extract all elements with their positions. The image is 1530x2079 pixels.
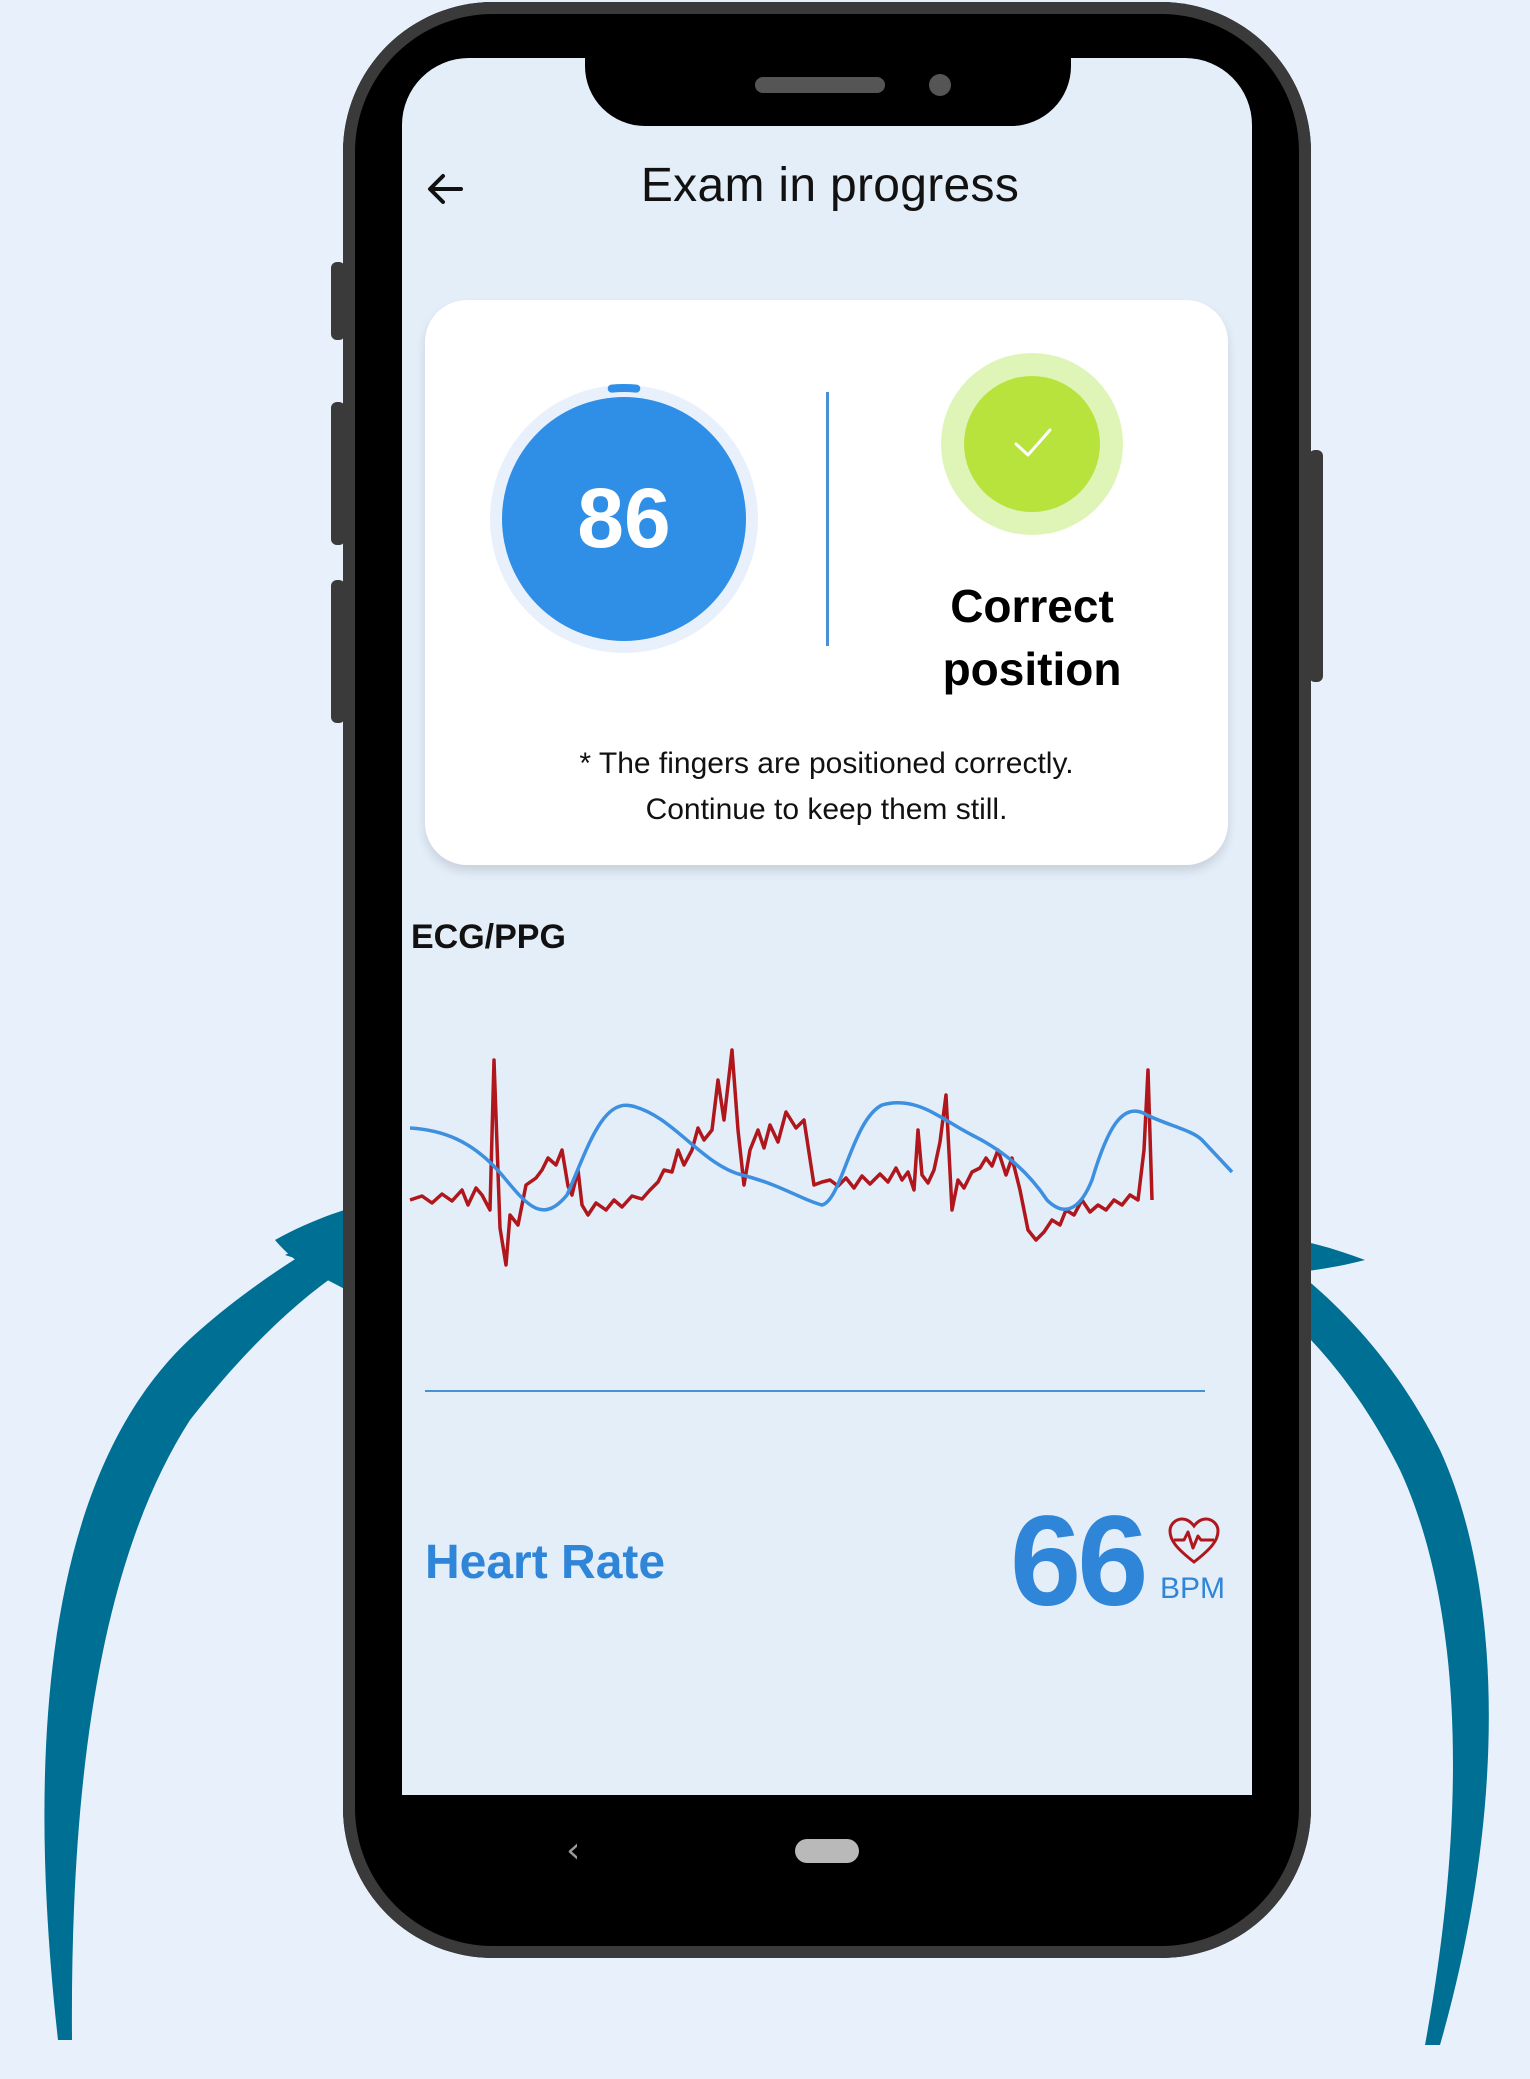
progress-value: 86 (577, 471, 671, 565)
system-home-button[interactable] (795, 1839, 859, 1863)
phone-button-volume-up (331, 402, 345, 545)
chart-title: ECG/PPG (411, 918, 566, 956)
card-divider (826, 392, 829, 646)
ecg-waveform (409, 1048, 1154, 1267)
heart-rate-label: Heart Rate (425, 1536, 666, 1589)
front-camera (929, 74, 951, 96)
page-title: Exam in progress (640, 159, 1020, 212)
phone-button-power (1309, 450, 1323, 682)
heart-rate-unit: BPM (1160, 1572, 1226, 1605)
phone-button-silent (331, 262, 345, 340)
system-back-button[interactable]: ‹ (566, 1830, 580, 1871)
ppg-waveform (409, 1100, 1234, 1212)
phone-button-volume-down (331, 580, 345, 723)
status-title: Correct position (942, 580, 1122, 695)
chart-baseline (425, 1390, 1205, 1392)
ecg-ppg-chart (409, 1048, 1234, 1267)
heart-rate-value: 66 (1010, 1490, 1148, 1633)
checkmark-icon (1014, 428, 1052, 457)
arrow-left-icon[interactable] (421, 165, 469, 213)
heart-pulse-icon (1168, 1517, 1220, 1564)
status-message: * The fingers are positioned correctly. … (579, 747, 1074, 826)
phone-speaker (755, 77, 885, 93)
